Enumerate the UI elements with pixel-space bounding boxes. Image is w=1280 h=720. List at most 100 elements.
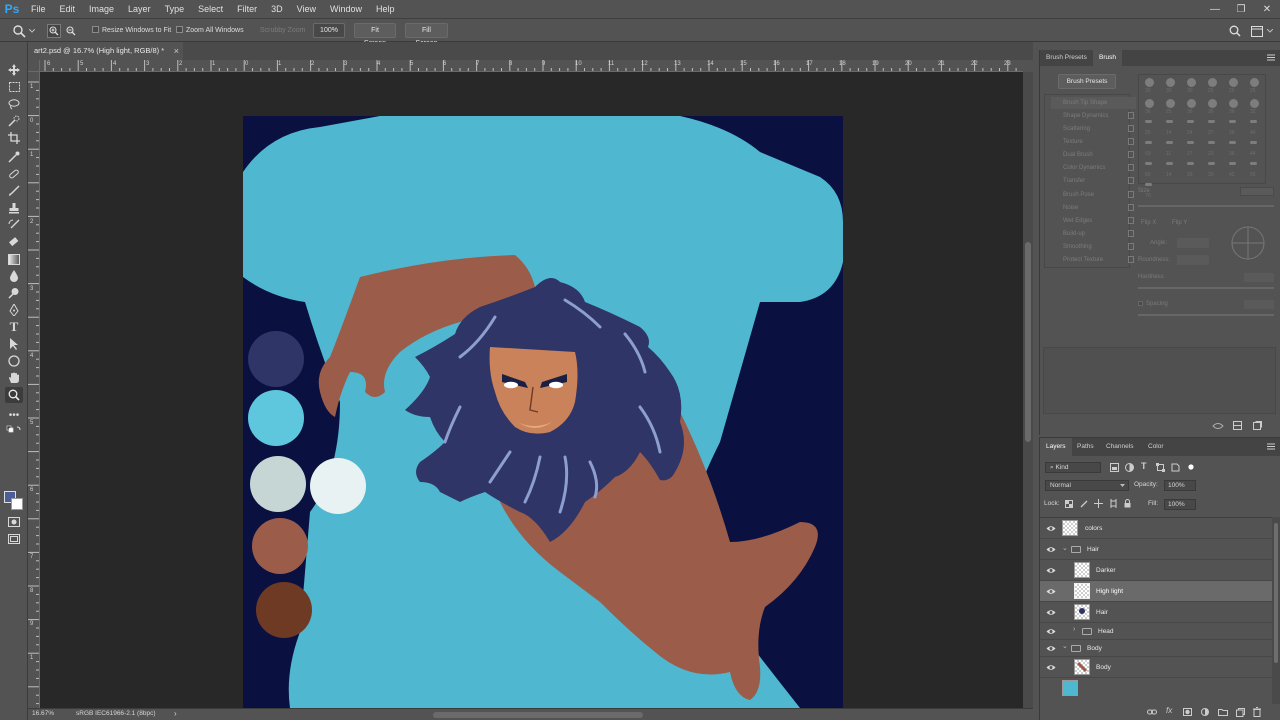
hand-tool-icon[interactable] [5,370,23,386]
workspace-icon[interactable] [1250,24,1264,38]
opacity-field[interactable]: 100% [1164,480,1196,491]
vertical-scroll-thumb[interactable] [1025,242,1031,442]
eye-icon[interactable] [1046,524,1056,532]
brush-tip-preset[interactable] [1166,99,1175,108]
eye-icon[interactable] [1046,587,1056,595]
brush-presets-button[interactable]: Brush Presets [1058,74,1116,89]
layers-scrollbar[interactable] [1272,517,1280,704]
lock-artboard-icon[interactable] [1109,499,1118,510]
brush-option-tip-shape[interactable]: Brush Tip Shape [1051,97,1136,109]
workspace-chevron-icon[interactable] [1266,24,1274,38]
angle-field[interactable] [1177,238,1209,248]
quick-selection-tool-icon[interactable] [5,113,23,129]
angle-roundness-widget[interactable] [1230,225,1266,263]
flip-x-checkbox[interactable]: Flip X [1141,220,1156,226]
brush-tip-preset[interactable] [1145,141,1152,144]
lock-all-icon[interactable] [1124,499,1131,510]
zoom-out-icon[interactable] [64,24,78,38]
more-tools-icon[interactable]: ••• [5,407,23,423]
blend-mode-select[interactable]: Normal [1045,480,1129,491]
layer-row-body-group[interactable]: ⌄ Body [1040,640,1272,657]
menu-image[interactable]: Image [82,0,121,18]
menu-view[interactable]: View [290,0,323,18]
brush-tip-preset[interactable] [1250,120,1257,123]
quick-mask-icon[interactable] [5,514,23,530]
adjustment-layer-icon[interactable] [1201,708,1209,718]
ruler-origin[interactable] [28,60,40,72]
size-field[interactable] [1240,187,1274,196]
brush-tip-preset[interactable] [1250,141,1257,144]
brush-tip-preset[interactable] [1208,78,1217,87]
brush-tip-preset[interactable] [1208,120,1215,123]
brush-tip-preset[interactable] [1250,162,1257,165]
scrubby-zoom-checkbox[interactable]: Scrubby Zoom [260,24,306,38]
horizontal-scroll-thumb[interactable] [433,712,643,718]
lock-position-icon[interactable] [1094,499,1103,510]
brush-option[interactable]: Shape Dynamics [1051,110,1136,122]
brush-tip-preset[interactable] [1145,78,1154,87]
hardness-slider[interactable] [1138,287,1274,289]
delete-layer-icon[interactable] [1253,707,1261,719]
hardness-field[interactable] [1244,273,1274,282]
history-brush-tool-icon[interactable] [5,217,23,233]
layer-style-icon[interactable]: fx [1166,706,1172,715]
filter-pixel-icon[interactable] [1110,463,1119,474]
brush-tip-preset[interactable] [1145,120,1152,123]
menu-file[interactable]: File [24,0,53,18]
canvas-workspace[interactable] [40,72,1023,708]
brush-tip-preset[interactable] [1208,141,1215,144]
fill-field[interactable]: 100% [1164,499,1196,510]
brush-option[interactable]: Wet Edges [1051,215,1136,227]
brush-tip-preset[interactable] [1145,183,1152,186]
layer-row-high-light[interactable]: High light [1040,581,1272,602]
brush-option[interactable]: Smoothing [1051,241,1136,253]
link-layers-icon[interactable] [1147,708,1157,718]
filter-adjustment-icon[interactable] [1125,463,1134,474]
restore-button[interactable]: ❐ [1228,0,1254,18]
marquee-tool-icon[interactable] [5,79,23,95]
layer-row-body[interactable]: Body [1040,657,1272,678]
brush-tip-preset[interactable] [1166,162,1173,165]
eye-icon[interactable] [1046,663,1056,671]
flip-y-checkbox[interactable]: Flip Y [1172,220,1187,226]
brush-option[interactable]: Texture [1051,136,1136,148]
clone-stamp-tool-icon[interactable] [5,200,23,216]
screen-mode-icon[interactable] [5,531,23,547]
brush-tip-preset[interactable] [1187,141,1194,144]
dodge-tool-icon[interactable] [5,285,23,301]
ellipse-tool-icon[interactable] [5,353,23,369]
new-brush-icon[interactable] [1253,421,1262,432]
spacing-checkbox[interactable]: Spacing [1138,301,1168,307]
layer-row-colors[interactable]: colors [1040,518,1272,539]
artwork-canvas[interactable] [40,72,1023,708]
menu-window[interactable]: Window [323,0,369,18]
vertical-scrollbar[interactable] [1023,72,1033,708]
close-window-button[interactable]: ✕ [1254,0,1280,18]
chevron-down-icon[interactable]: ⌄ [1062,544,1068,552]
filter-smart-object-icon[interactable] [1171,463,1180,474]
add-mask-icon[interactable] [1183,708,1192,718]
brush-tip-preset[interactable] [1229,78,1238,87]
move-tool-icon[interactable] [5,62,23,78]
eye-icon[interactable] [1046,566,1056,574]
brush-tip-preset[interactable] [1166,78,1175,87]
pen-tool-icon[interactable] [5,302,23,318]
brush-tip-grid[interactable]: 30 30 30 25 25 25 36 25 36 36 36 32 25 14 24 27 39 46 59 11… [1138,74,1266,199]
close-document-icon[interactable]: × [174,42,179,60]
panel-menu-icon[interactable] [1267,54,1275,63]
lasso-tool-icon[interactable] [5,96,23,112]
menu-layer[interactable]: Layer [121,0,158,18]
zoom-value-field[interactable]: 100% [313,23,345,38]
menu-type[interactable]: Type [158,0,192,18]
tab-brush-presets[interactable]: Brush Presets [1040,50,1093,66]
search-icon[interactable] [1228,24,1242,38]
layer-row-hair[interactable]: Hair [1040,602,1272,623]
brush-tip-preset[interactable] [1145,99,1154,108]
lock-transparent-icon[interactable] [1065,500,1073,510]
brush-option[interactable]: Transfer [1051,175,1136,187]
path-selection-tool-icon[interactable] [5,336,23,352]
brush-tip-preset[interactable] [1229,99,1238,108]
spacing-slider[interactable] [1138,314,1274,316]
brush-tip-preset[interactable] [1187,162,1194,165]
layer-row-head-group[interactable]: › Head [1040,623,1272,640]
